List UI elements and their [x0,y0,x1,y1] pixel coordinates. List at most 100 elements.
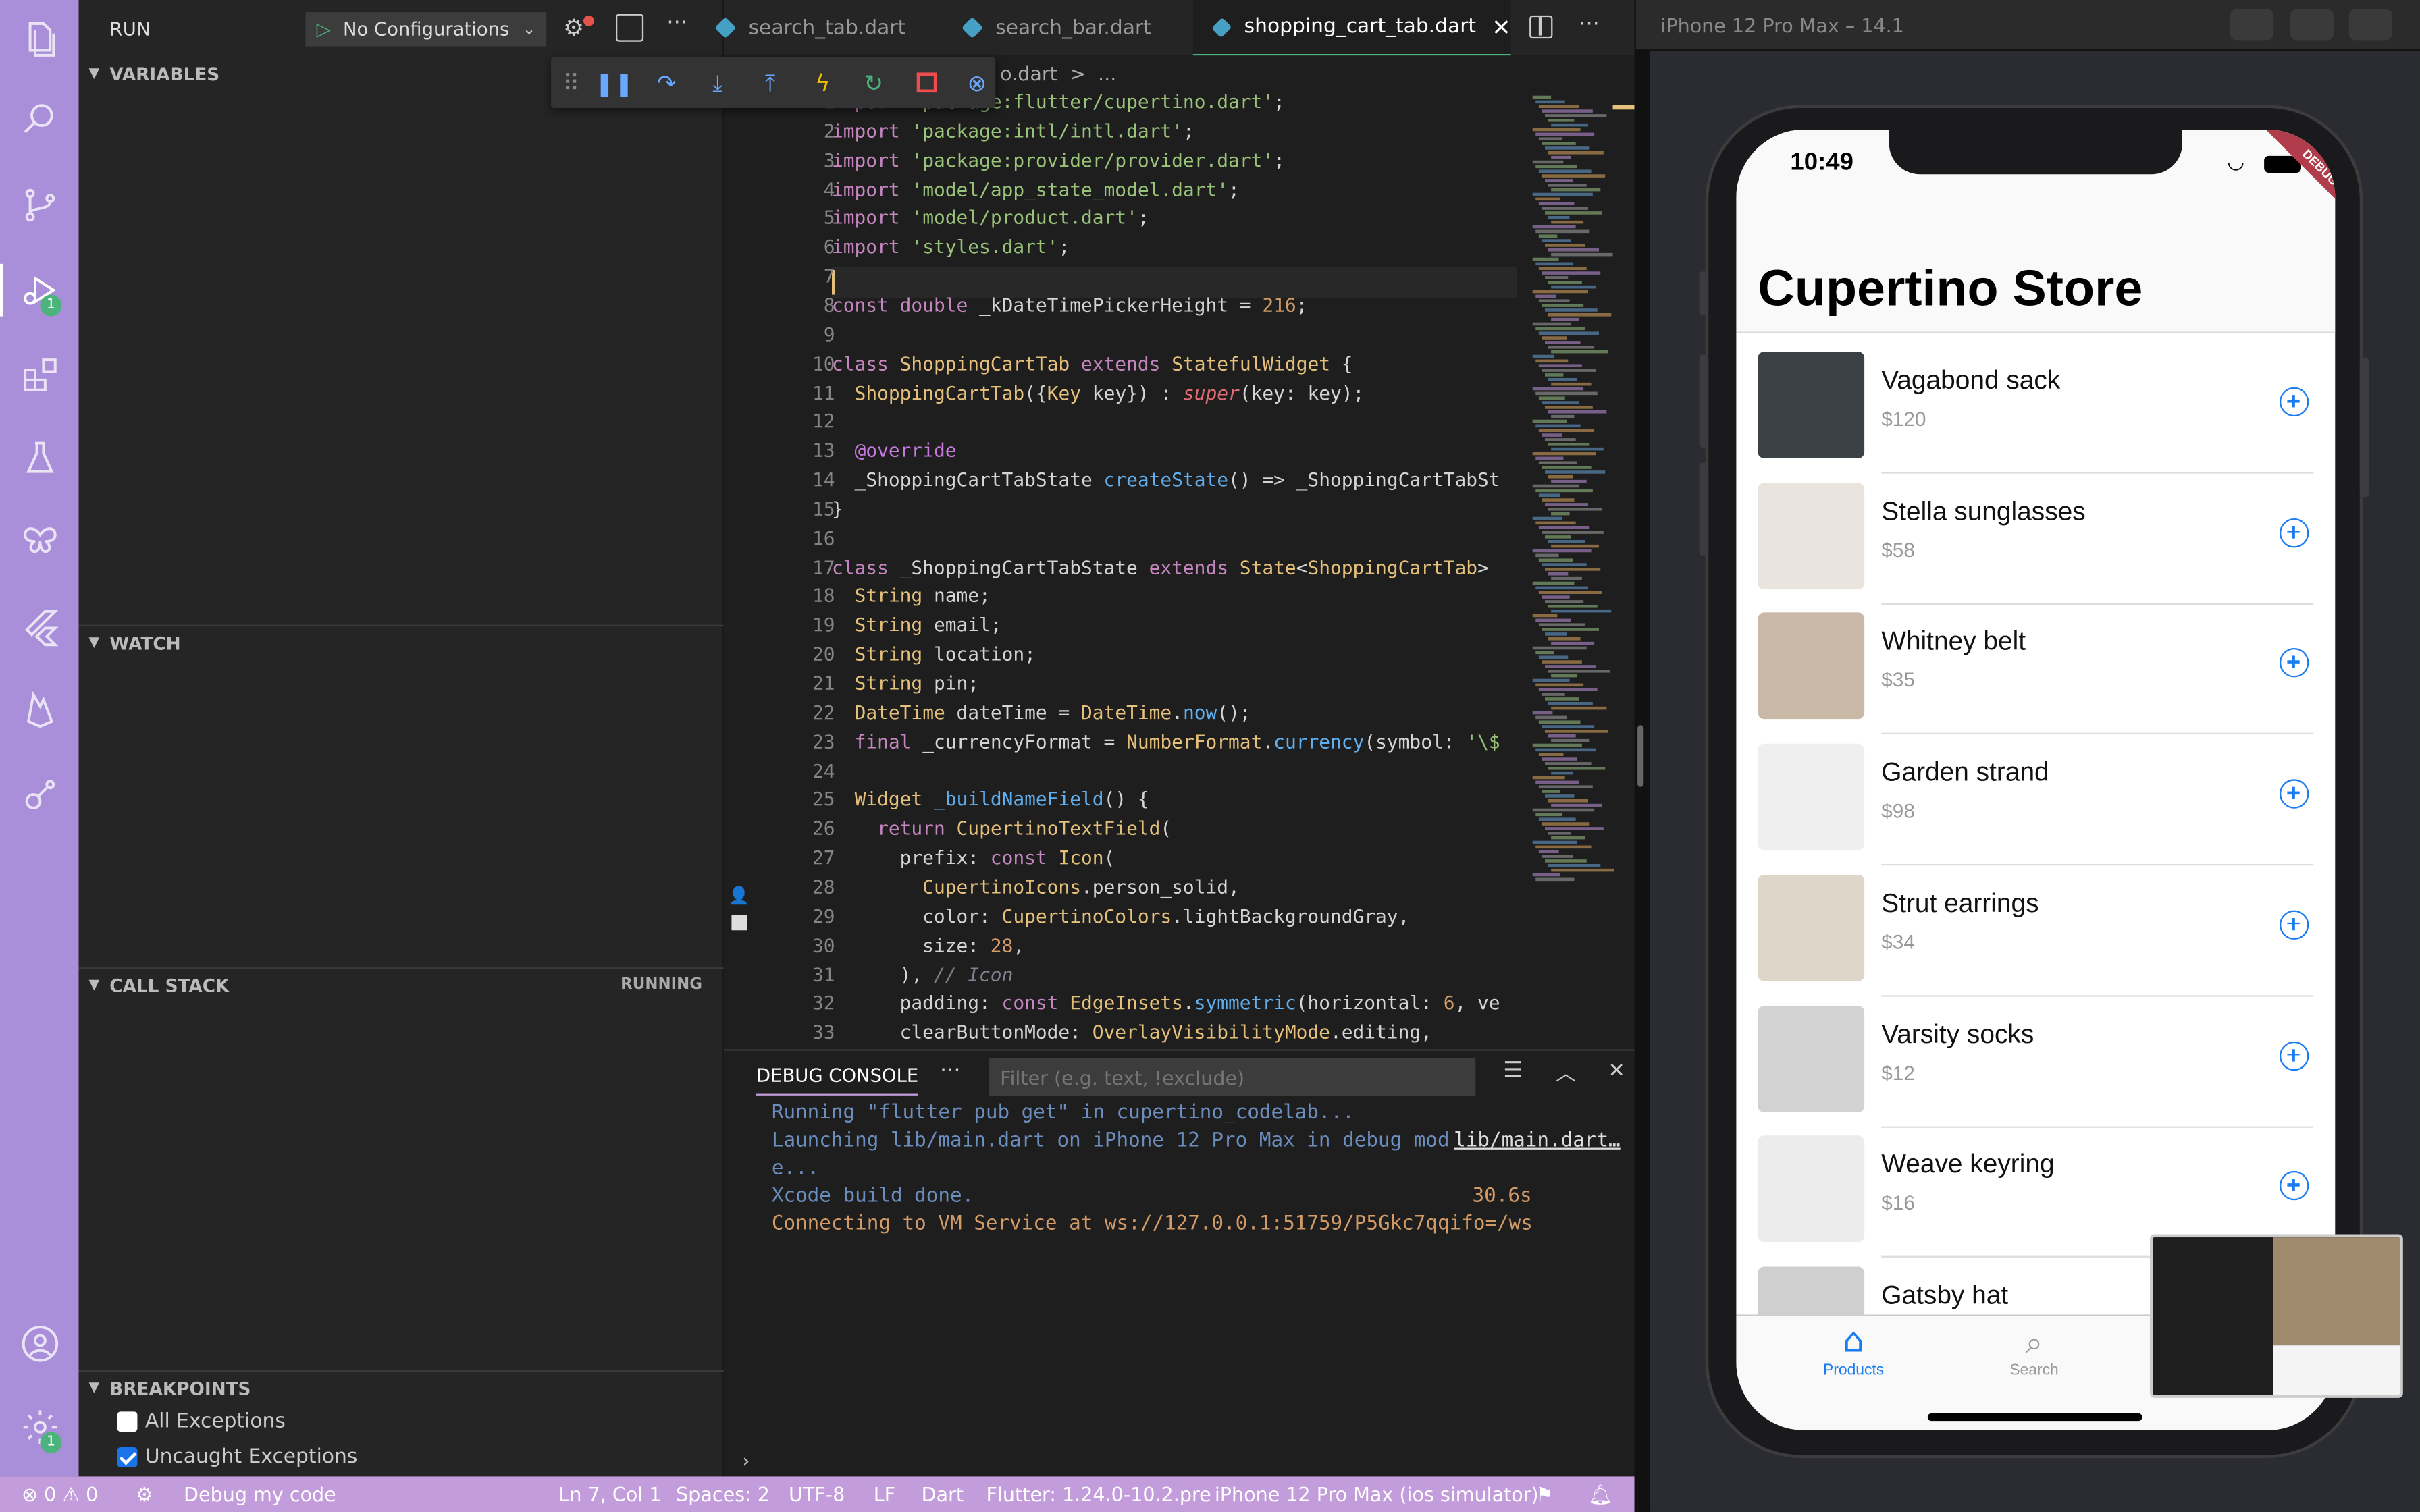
code-line[interactable]: } [832,498,843,520]
encoding[interactable]: UTF-8 [789,1476,845,1512]
console-filter-input[interactable] [989,1058,1476,1096]
code-line[interactable]: return CupertinoTextField( [832,818,1172,840]
explorer-icon[interactable] [0,0,79,77]
code-line[interactable]: final _currencyFormat = NumberFormat.cur… [832,731,1500,753]
settings-gear-icon[interactable]: 1 [0,1388,79,1465]
more-actions-icon[interactable]: ··· [1579,12,1600,37]
tab-shopping-cart-tab[interactable]: shopping_cart_tab.dart ✕ [1192,0,1511,56]
debug-console-toggle-icon[interactable] [615,14,644,42]
add-to-cart-icon[interactable] [2279,1171,2309,1201]
code-line[interactable]: color: CupertinoColors.lightBackgroundGr… [832,905,1409,927]
code-line[interactable]: CupertinoIcons.person_solid, [832,876,1240,898]
problems-indicator[interactable]: ⊗ 0 ⚠ 0 [22,1476,98,1512]
checkbox-checked[interactable] [117,1447,138,1467]
watch-section-header[interactable]: ▼ WATCH [78,624,724,659]
step-out-icon[interactable]: ⤒ [747,57,793,108]
end-of-line[interactable]: LF [874,1476,895,1512]
screenshot-preview-thumbnail[interactable] [2149,1234,2403,1398]
code-line[interactable]: class ShoppingCartTab extends StatefulWi… [832,353,1353,375]
tab-search-tab[interactable]: search_tab.dart [714,0,949,55]
breakpoints-section-header[interactable]: ▼ BREAKPOINTS [78,1370,724,1404]
code-line[interactable]: prefix: const Icon( [832,847,1115,869]
add-to-cart-icon[interactable] [2279,1040,2309,1071]
code-line[interactable]: import 'model/app_state_model.dart'; [832,178,1240,200]
code-line[interactable]: Widget _buildNameField() { [832,789,1149,811]
checkbox[interactable] [117,1411,138,1432]
code-line[interactable]: class _ShoppingCartTabState extends Stat… [832,556,1489,578]
close-panel-icon[interactable]: ✕ [1608,1060,1625,1083]
debug-icon[interactable]: ⚙ [136,1476,153,1512]
flutter-version[interactable]: Flutter: 1.24.0-10.2.pre [987,1476,1211,1512]
cursor-position[interactable]: Ln 7, Col 1 [558,1476,661,1512]
minimap[interactable] [1528,90,1614,907]
code-line[interactable]: String email; [832,614,1002,636]
code-line[interactable]: import 'package:intl/intl.dart'; [832,120,1194,142]
breakpoint-uncaught-exceptions[interactable]: Uncaught Exceptions [117,1446,358,1469]
product-row[interactable]: Garden strand $98 [1736,734,2335,866]
hot-reload-icon[interactable]: ϟ [799,57,846,108]
pause-icon[interactable]: ❚❚ [591,57,637,108]
start-debug-icon[interactable]: ▷ [317,18,331,40]
code-line[interactable]: ), // Icon [832,963,1014,985]
indentation[interactable]: Spaces: 2 [676,1476,770,1512]
devtools-icon[interactable]: ⊗ [954,57,1001,108]
extensions-icon[interactable] [0,336,79,413]
resize-handle[interactable] [1637,725,1644,787]
split-editor-icon[interactable] [1529,15,1553,39]
product-row[interactable]: Whitney belt $35 [1736,604,2335,735]
product-row[interactable]: Varsity socks $12 [1736,996,2335,1127]
search-icon[interactable] [0,80,79,157]
device-selector[interactable]: iPhone 12 Pro Max (ios simulator) [1215,1476,1539,1512]
breakpoint-all-exceptions[interactable]: All Exceptions [117,1410,286,1433]
step-into-icon[interactable]: ⤓ [695,57,741,108]
console-file-link[interactable]: lib/main.dart… [1454,1129,1621,1152]
code-line[interactable]: _ShoppingCartTabState createState() => _… [832,469,1500,491]
home-icon[interactable] [2290,9,2334,40]
product-row[interactable]: Stella sunglasses $58 [1736,473,2335,605]
screenshot-camera-icon[interactable] [2230,9,2273,40]
debug-launch-label[interactable]: Debug my code [184,1476,336,1512]
close-icon[interactable]: ✕ [1492,13,1511,40]
code-line[interactable]: import 'model/product.dart'; [832,207,1149,229]
rotate-icon[interactable] [2348,9,2392,40]
code-line[interactable]: const double _kDateTimePickerHeight = 21… [832,294,1307,316]
maximize-panel-icon[interactable]: ︿ [1556,1057,1576,1086]
firebase-icon[interactable] [0,671,79,748]
flutter-devtools-butterfly-icon[interactable] [0,503,79,580]
notifications-bell-icon[interactable]: 🔔︎ [1588,1476,1612,1512]
step-over-icon[interactable]: ↷ [643,57,690,108]
source-control-icon[interactable] [0,167,79,244]
clear-console-icon[interactable]: ☰ [1503,1058,1523,1083]
launch-config-dropdown[interactable]: ▷ No Configurations ⌄ [305,12,547,47]
drag-handle-icon[interactable]: ⠿ [554,57,588,108]
code-line[interactable]: clearButtonMode: OverlayVisibilityMode.e… [832,1022,1432,1044]
tab-products[interactable]: ⌂ Products [1808,1322,1900,1380]
remote-icon[interactable] [0,756,79,833]
flutter-icon[interactable] [0,588,79,665]
console-prompt-chevron-icon[interactable]: › [742,1451,749,1472]
stop-icon[interactable] [903,57,949,108]
tab-search-bar[interactable]: search_bar.dart [955,0,1203,55]
add-to-cart-icon[interactable] [2279,387,2309,417]
callstack-section-header[interactable]: ▼ CALL STACK RUNNING [78,967,724,1001]
tab-search[interactable]: ⌕ Search [1988,1322,2080,1379]
code-line[interactable]: String location; [832,643,1036,665]
code-line[interactable]: import 'styles.dart'; [832,236,1070,258]
add-to-cart-icon[interactable] [2279,910,2309,940]
account-icon[interactable] [0,1305,79,1382]
code-line[interactable]: import 'package:provider/provider.dart'; [832,149,1285,171]
code-line[interactable]: DateTime dateTime = DateTime.now(); [832,702,1251,724]
code-line[interactable]: @override [832,440,957,462]
breadcrumb[interactable]: o.dart > ... [1000,61,1116,84]
run-debug-icon[interactable]: 1 [0,252,79,329]
add-to-cart-icon[interactable] [2279,779,2309,809]
more-actions-icon[interactable]: ··· [666,11,687,36]
add-to-cart-icon[interactable] [2279,648,2309,678]
code-line[interactable]: String name; [832,585,991,607]
product-row[interactable]: Strut earrings $34 [1736,865,2335,997]
code-line[interactable]: size: 28, [832,934,1024,956]
product-list[interactable]: Vagabond sack $120 Stella sunglasses $58 Whi… [1736,342,2335,1374]
tab-debug-console[interactable]: DEBUG CONSOLE [756,1064,919,1096]
feedback-icon[interactable]: ⚑ [1535,1476,1553,1512]
add-to-cart-icon[interactable] [2279,518,2309,547]
